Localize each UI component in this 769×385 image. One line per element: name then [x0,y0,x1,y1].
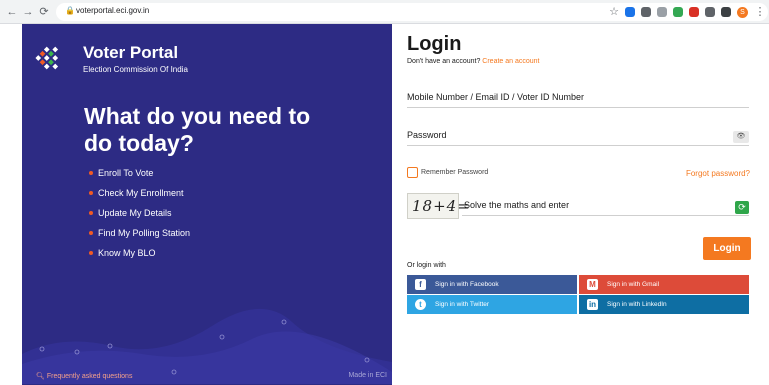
menu-item-check-enrollment[interactable]: Check My Enrollment [89,187,190,207]
made-in-eci: Made in ECI [348,372,387,379]
extension-icon[interactable] [689,7,699,17]
facebook-login-button[interactable]: f Sign in with Facebook [407,275,577,294]
menu-item-label: Update My Details [98,208,172,218]
login-panel: Login Don't have an account? Create an a… [392,24,769,385]
facebook-icon: f [415,279,426,290]
twitter-login-button[interactable]: t Sign in with Twitter [407,295,577,314]
menu-item-label: Know My BLO [98,248,156,258]
gmail-icon: M [587,279,598,290]
bullet-icon [89,171,93,175]
linkedin-login-label: Sign in with LinkedIn [607,301,667,308]
extensions-puzzle-icon[interactable] [721,7,731,17]
lock-icon: 🔒 [65,6,75,15]
service-menu: Enroll To Vote Check My Enrollment Updat… [89,167,190,267]
reload-icon[interactable]: ⟳ [37,5,51,19]
faq-label: Frequently asked questions [46,373,133,380]
extension-icon[interactable] [705,7,715,17]
forgot-password-link[interactable]: Forgot password? [686,169,750,178]
extension-icon[interactable] [673,7,683,17]
bullet-icon [89,231,93,235]
menu-item-know-blo[interactable]: Know My BLO [89,247,190,267]
facebook-login-label: Sign in with Facebook [435,281,499,288]
gmail-login-button[interactable]: M Sign in with Gmail [579,275,749,294]
remember-checkbox[interactable] [407,167,418,178]
captcha-placeholder: Solve the maths and enter [464,200,570,210]
bullet-icon [89,211,93,215]
forward-arrow-icon[interactable]: → [21,5,35,19]
extension-icon[interactable] [641,7,651,17]
no-account-text: Don't have an account? [407,58,481,65]
star-icon[interactable]: ☆ [607,5,621,19]
extension-icon[interactable] [657,7,667,17]
remember-label: Remember Password [421,169,489,176]
hero-panel: Voter Portal Election Commission Of Indi… [22,24,392,385]
eye-icon[interactable]: 👁 [733,131,749,143]
captcha-input[interactable]: Solve the maths and enter ⟳ [462,199,749,216]
hero-headline: What do you need to do today? [84,103,311,156]
gmail-login-label: Sign in with Gmail [607,281,660,288]
linkedin-login-button[interactable]: in Sign in with LinkedIn [579,295,749,314]
search-icon: 🔍︎ [36,373,47,380]
menu-item-enroll[interactable]: Enroll To Vote [89,167,190,187]
back-arrow-icon[interactable]: ← [5,5,19,19]
create-account-link[interactable]: Create an account [482,58,539,65]
menu-item-polling-station[interactable]: Find My Polling Station [89,227,190,247]
id-field[interactable]: Mobile Number / Email ID / Voter ID Numb… [407,90,749,108]
brand-subtitle: Election Commission Of India [83,65,188,74]
refresh-icon[interactable]: ⟳ [735,201,749,214]
password-field[interactable]: Password 👁 [407,128,749,146]
menu-item-update-details[interactable]: Update My Details [89,207,190,227]
password-field-label: Password [407,130,447,140]
profile-avatar[interactable]: S [737,7,748,18]
twitter-icon: t [415,299,426,310]
bullet-icon [89,251,93,255]
eci-logo [35,46,59,70]
menu-item-label: Find My Polling Station [98,228,191,238]
brand-title: Voter Portal [83,43,179,62]
or-login-label: Or login with [407,262,446,269]
account-prompt: Don't have an account? Create an account [407,58,540,65]
login-button[interactable]: Login [703,237,751,260]
captcha-image: 18+4= [407,193,470,219]
menu-kebab-icon[interactable]: ⋮ [753,5,767,19]
bullet-icon [89,191,93,195]
login-title: Login [407,33,462,55]
url-text: voterportal.eci.gov.in [76,6,150,15]
menu-item-label: Enroll To Vote [98,168,154,178]
twitter-login-label: Sign in with Twitter [435,301,490,308]
menu-item-label: Check My Enrollment [98,188,184,198]
address-bar[interactable]: 🔒 voterportal.eci.gov.in ☆ S ⋮ [56,3,768,21]
id-field-label: Mobile Number / Email ID / Voter ID Numb… [407,92,585,102]
faq-link[interactable]: 🔍︎ Frequently asked questions [36,372,132,380]
browser-toolbar: ← → ⟳ 🔒 voterportal.eci.gov.in ☆ S ⋮ [0,0,769,24]
linkedin-icon: in [587,299,598,310]
extension-icon[interactable] [625,7,635,17]
